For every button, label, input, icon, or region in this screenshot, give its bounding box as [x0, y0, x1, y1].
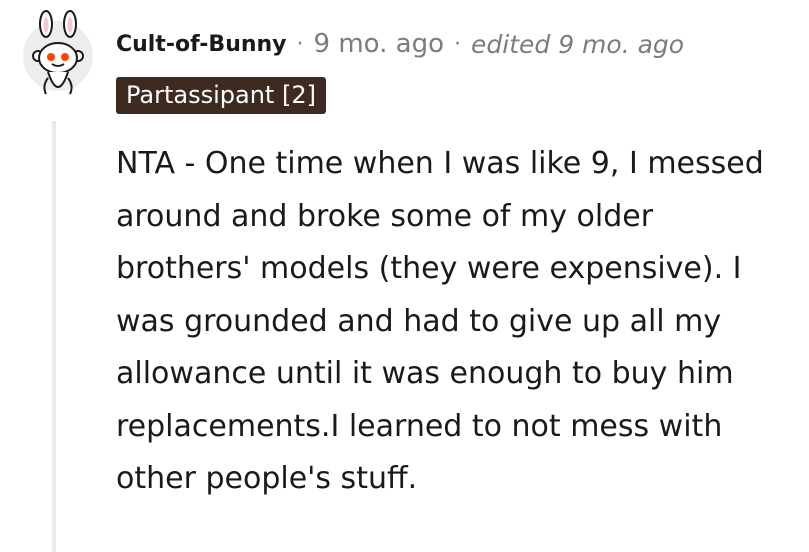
timestamp-link[interactable]: 9 mo. ago — [314, 29, 444, 59]
edited-label: edited 9 mo. ago — [471, 29, 685, 59]
username-link[interactable]: Cult-of-Bunny — [116, 32, 287, 57]
comment-meta: Cult-of-Bunny · 9 mo. ago · edited 9 mo.… — [116, 24, 684, 64]
comment-body: NTA - One time when I was like 9, I mess… — [116, 146, 764, 496]
user-flair-badge: Partassipant [2] — [116, 77, 326, 114]
snoo-bunny-avatar-icon[interactable] — [22, 10, 94, 104]
separator-dot: · — [454, 31, 461, 57]
separator-dot: · — [296, 31, 304, 57]
comment: Cult-of-Bunny · 9 mo. ago · edited 9 mo.… — [0, 0, 809, 552]
thread-line[interactable] — [52, 121, 56, 552]
